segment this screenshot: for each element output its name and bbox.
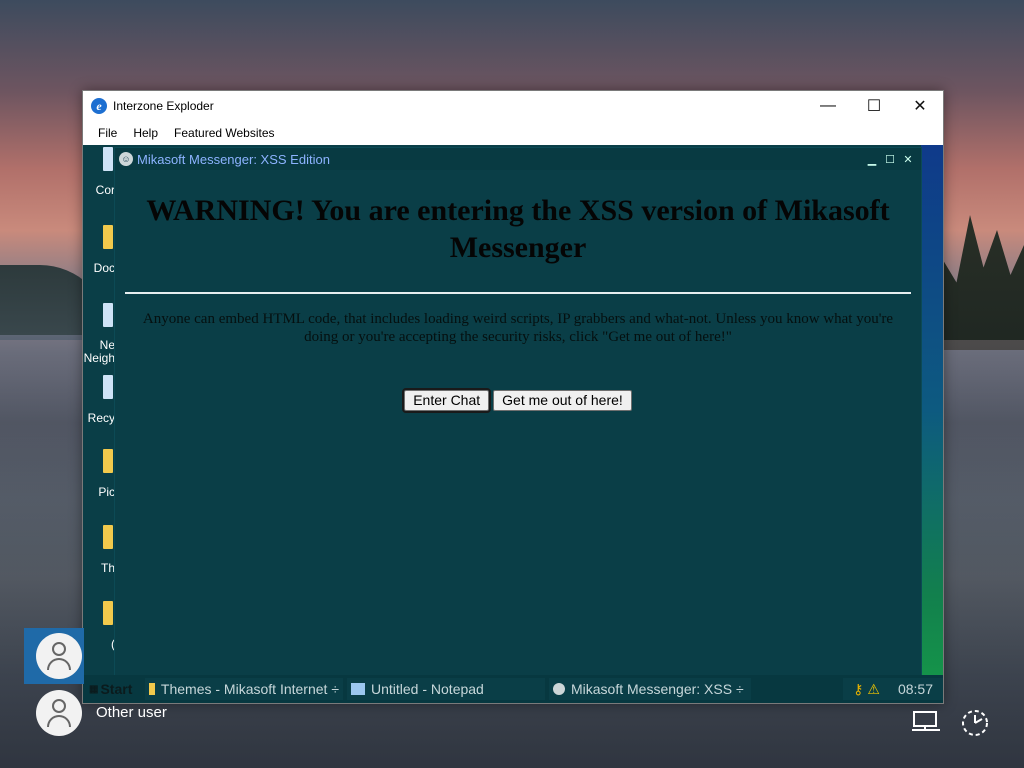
messenger-titlebar[interactable]: ☺ Mikasoft Messenger: XSS Edition ▁ ☐ ✕: [115, 148, 921, 170]
taskbar: ▦ Start Themes - Mikasoft Internet ÷ Unt…: [83, 675, 943, 703]
folder-icon: [103, 449, 113, 473]
browser-window: e Interzone Exploder — ☐ ✕ File Help Fea…: [82, 90, 944, 704]
task-notepad[interactable]: Untitled - Notepad: [347, 678, 545, 700]
desktop-icon-label: Th: [83, 561, 115, 575]
browser-menubar: File Help Featured Websites: [83, 121, 943, 145]
desktop-icon-label: Ne Neigh: [83, 339, 115, 365]
desktop-icon-recycle-bin[interactable]: Recy: [83, 375, 115, 445]
browser-title: Interzone Exploder: [113, 99, 214, 113]
warning-heading: WARNING! You are entering the XSS versio…: [146, 194, 890, 264]
key-icon[interactable]: ⚷: [853, 681, 863, 698]
accessibility-icon[interactable]: [958, 706, 992, 740]
task-themes[interactable]: Themes - Mikasoft Internet ÷: [145, 678, 343, 700]
task-messenger[interactable]: Mikasoft Messenger: XSS ÷: [549, 678, 751, 700]
close-button[interactable]: ✕: [897, 91, 943, 121]
folder-icon: [103, 525, 113, 549]
desktop-icon-label: Recy: [83, 411, 115, 425]
network-icon: [103, 303, 113, 327]
messenger-window: ☺ Mikasoft Messenger: XSS Edition ▁ ☐ ✕ …: [114, 147, 922, 677]
divider: [125, 292, 911, 294]
other-user-label[interactable]: Other user: [96, 704, 167, 721]
folder-icon: [149, 683, 155, 695]
desktop-icon-label: Pic: [83, 485, 115, 499]
browser-titlebar[interactable]: e Interzone Exploder — ☐ ✕: [83, 91, 943, 121]
recycle-bin-icon: [103, 375, 113, 399]
computer-icon: [103, 147, 113, 171]
background-trees: [934, 215, 1024, 350]
exit-button[interactable]: Get me out of here!: [493, 390, 632, 411]
desktop-icon-pictures[interactable]: Pic: [83, 449, 115, 519]
messenger-maximize-button[interactable]: ☐: [883, 153, 897, 166]
folder-icon: [103, 601, 113, 625]
folder-icon: [103, 225, 113, 249]
menu-featured-websites[interactable]: Featured Websites: [166, 126, 283, 140]
start-button[interactable]: ▦ Start: [83, 681, 141, 697]
desktop-icon-label: Doc: [83, 261, 115, 275]
browser-content: Cor Doc Ne Neigh Recy Pic Th ( ☺ Mikasof…: [83, 145, 943, 703]
minimize-button[interactable]: —: [805, 91, 851, 121]
desktop-wallpaper-strip: [921, 145, 943, 675]
messenger-close-button[interactable]: ✕: [901, 153, 915, 166]
desktop-icon-label: Cor: [83, 183, 115, 197]
browser-logo-icon: e: [91, 98, 107, 114]
start-logo-icon: ▦: [89, 683, 99, 695]
desktop-icon-computer[interactable]: Cor: [83, 147, 115, 217]
messenger-title: Mikasoft Messenger: XSS Edition: [137, 151, 330, 167]
desktop-icon-label: (: [83, 637, 115, 651]
messenger-minimize-button[interactable]: ▁: [865, 153, 879, 166]
enter-chat-button[interactable]: Enter Chat: [402, 388, 492, 413]
task-label: Untitled - Notepad: [371, 681, 484, 697]
clock[interactable]: 08:57: [898, 681, 933, 697]
task-label: Mikasoft Messenger: XSS ÷: [571, 681, 744, 697]
warning-text: Anyone can embed HTML code, that include…: [142, 311, 894, 345]
desktop-icon-network[interactable]: Ne Neigh: [83, 303, 115, 373]
notepad-icon: [351, 683, 365, 695]
menu-help[interactable]: Help: [125, 126, 166, 140]
user-avatar-icon: [36, 633, 82, 679]
task-label: Themes - Mikasoft Internet ÷: [160, 681, 339, 697]
warning-icon[interactable]: ⚠: [867, 681, 880, 698]
start-label: Start: [100, 681, 133, 697]
messenger-icon: ☺: [119, 152, 133, 166]
other-user-avatar-icon[interactable]: [36, 690, 82, 736]
network-icon[interactable]: [910, 706, 944, 740]
maximize-button[interactable]: ☐: [851, 91, 897, 121]
messenger-icon: [553, 683, 565, 695]
selected-user-tile[interactable]: [24, 628, 84, 684]
desktop-icon-folder[interactable]: (: [83, 601, 115, 671]
desktop-icon-themes[interactable]: Th: [83, 525, 115, 595]
desktop-icon-documents[interactable]: Doc: [83, 225, 115, 295]
menu-file[interactable]: File: [90, 126, 125, 140]
system-tray: ⚷ ⚠ 08:57: [843, 678, 943, 700]
